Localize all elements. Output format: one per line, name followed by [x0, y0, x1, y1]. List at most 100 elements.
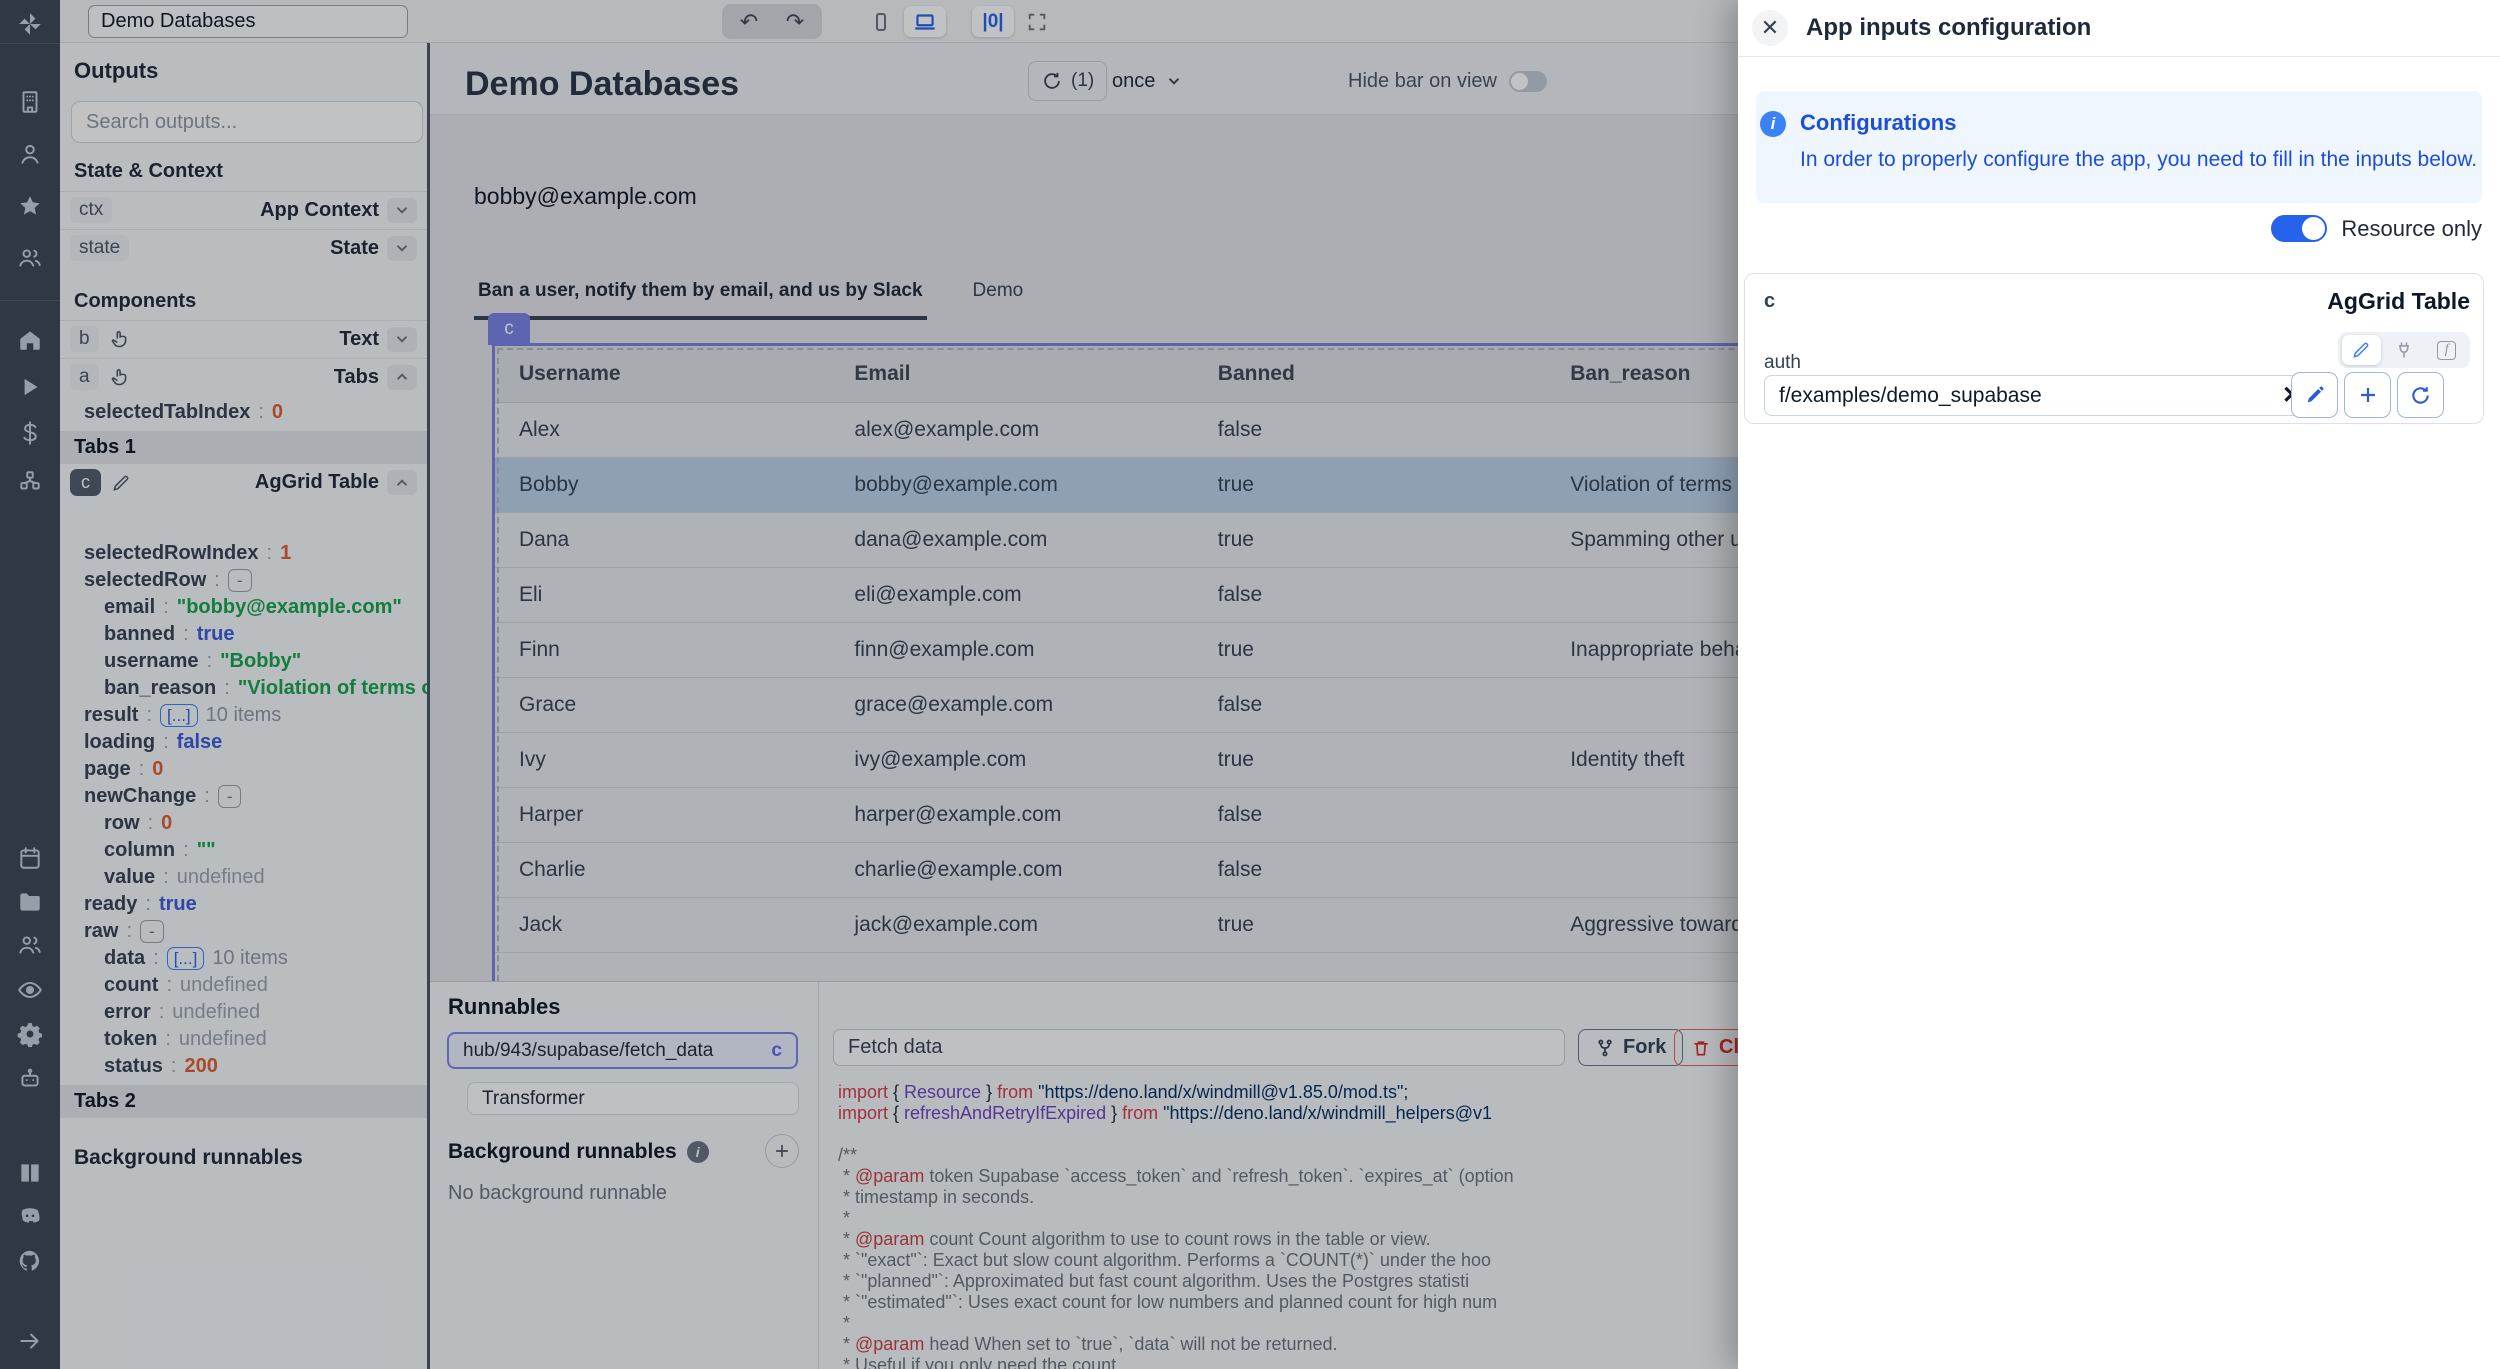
fullscreen-icon[interactable] [1016, 6, 1058, 37]
component-c-badge: c [70, 469, 101, 496]
output-tree-row: raw:- [60, 918, 427, 945]
undo-button[interactable]: ↶ [728, 6, 770, 37]
table-cell: Grace [495, 693, 830, 717]
output-key: error [104, 1001, 151, 1024]
column-header-username[interactable]: Username [495, 362, 830, 386]
output-value[interactable]: - [228, 569, 252, 592]
components-header: Components [74, 290, 196, 313]
home-icon[interactable] [14, 324, 46, 356]
resource-only-toggle[interactable] [2271, 215, 2327, 242]
runnable-item-fetch-data[interactable]: hub/943/supabase/fetch_data c [447, 1032, 798, 1069]
close-icon[interactable]: ✕ [1752, 10, 1788, 46]
windmill-logo-icon[interactable] [14, 8, 46, 40]
output-value[interactable]: - [140, 920, 164, 943]
output-tree-row: banned:true [60, 621, 427, 648]
app-inputs-drawer: ✕ App inputs configuration i Configurati… [1738, 0, 2500, 1369]
panel-resize-handle[interactable] [427, 43, 430, 1369]
dollar-icon[interactable] [14, 417, 46, 449]
output-value[interactable]: [...] [160, 704, 198, 727]
refresh-schedule-dropdown[interactable]: once [1112, 61, 1183, 101]
add-background-runnable-button[interactable] [765, 1134, 799, 1168]
component-c-type: AgGrid Table [255, 471, 379, 494]
chevron-up-icon[interactable] [387, 470, 417, 495]
mobile-preview-button[interactable] [860, 6, 902, 37]
create-resource-button[interactable] [2344, 372, 2391, 418]
connect-mode-button[interactable] [2385, 335, 2424, 365]
selected-component-badge[interactable]: c [488, 313, 530, 345]
output-key: count [104, 974, 158, 997]
runnable-name-input[interactable] [833, 1029, 1565, 1066]
fork-button[interactable]: Fork [1578, 1029, 1683, 1066]
component-b-id: b [70, 326, 99, 352]
calendar-icon[interactable] [14, 842, 46, 874]
robot-icon[interactable] [14, 1063, 46, 1095]
column-header-banned[interactable]: Banned [1194, 362, 1546, 386]
arrow-right-icon[interactable] [14, 1325, 46, 1357]
column-header-email[interactable]: Email [830, 362, 1193, 386]
output-key: selectedRowIndex [84, 542, 259, 565]
outputs-search-input[interactable] [71, 101, 423, 143]
building-icon[interactable] [14, 86, 46, 118]
info-icon: i [687, 1141, 709, 1163]
output-value: "bobby@example.com" [177, 596, 402, 619]
table-cell: jack@example.com [830, 913, 1193, 937]
tabs2-section-header[interactable]: Tabs 2 [60, 1085, 427, 1118]
hide-bar-toggle[interactable] [1509, 71, 1547, 92]
github-icon[interactable] [14, 1245, 46, 1277]
component-row-a[interactable]: a Tabs [60, 358, 427, 395]
runnables-title: Runnables [448, 994, 560, 1020]
trash-icon [1691, 1038, 1711, 1058]
app-title-input[interactable] [88, 5, 408, 38]
left-nav-rail [0, 0, 60, 1369]
refresh-resource-button[interactable] [2397, 372, 2444, 418]
play-icon[interactable] [14, 371, 46, 403]
table-cell: grace@example.com [830, 693, 1193, 717]
output-key: username [104, 650, 199, 673]
center-canvas-button[interactable]: |0| [972, 6, 1014, 37]
tab-demo[interactable]: Demo [969, 280, 1028, 320]
component-row-b[interactable]: b Text [60, 320, 427, 357]
windmill-app-editor: ↶ ↷ |0| Outputs State & Context ctx App … [0, 0, 2500, 1369]
output-tree-row: count:undefined [60, 972, 427, 999]
folder-icon[interactable] [14, 886, 46, 918]
output-value[interactable]: [...] [167, 947, 205, 970]
gear-icon[interactable] [14, 1018, 46, 1050]
eye-icon[interactable] [14, 974, 46, 1006]
eval-mode-button[interactable]: f [2427, 335, 2466, 365]
text-component[interactable]: bobby@example.com [474, 183, 697, 210]
chevron-down-icon[interactable] [387, 236, 417, 261]
static-mode-button[interactable] [2342, 335, 2381, 365]
output-value: undefined [177, 866, 265, 889]
discord-icon[interactable] [14, 1200, 46, 1232]
tabs1-section-header[interactable]: Tabs 1 [60, 431, 427, 464]
no-background-runnable-text: No background runnable [448, 1182, 667, 1205]
refresh-app-button[interactable]: (1) [1028, 61, 1107, 101]
runnable-item-transformer[interactable]: Transformer [467, 1082, 799, 1115]
component-row-c[interactable]: c AgGrid Table [60, 464, 427, 501]
output-key: value [104, 866, 155, 889]
chevron-down-icon[interactable] [387, 327, 417, 352]
hand-pointer-icon [109, 367, 130, 388]
edit-resource-button[interactable] [2291, 372, 2338, 418]
hide-bar-label: Hide bar on view [1348, 70, 1497, 93]
output-key: selectedRow [84, 569, 206, 592]
chevron-up-icon[interactable] [387, 365, 417, 390]
hub-icon[interactable] [14, 466, 46, 498]
team-icon[interactable] [14, 929, 46, 961]
table-cell: alex@example.com [830, 418, 1193, 442]
user-icon[interactable] [14, 138, 46, 170]
output-row-state[interactable]: state State [60, 229, 427, 266]
table-cell: Alex [495, 418, 830, 442]
star-icon[interactable] [14, 190, 46, 222]
state-context-header: State & Context [74, 160, 223, 183]
desktop-preview-button[interactable] [904, 6, 946, 37]
resource-path-input[interactable] [1765, 384, 2268, 408]
book-icon[interactable] [14, 1157, 46, 1189]
output-value[interactable]: - [218, 785, 242, 808]
pencil-icon[interactable] [111, 473, 131, 493]
tab-ban-user[interactable]: Ban a user, notify them by email, and us… [474, 280, 927, 320]
output-row-ctx[interactable]: ctx App Context [60, 191, 427, 228]
user-group-icon[interactable] [14, 242, 46, 274]
redo-button[interactable]: ↷ [774, 6, 816, 37]
chevron-down-icon[interactable] [387, 198, 417, 223]
